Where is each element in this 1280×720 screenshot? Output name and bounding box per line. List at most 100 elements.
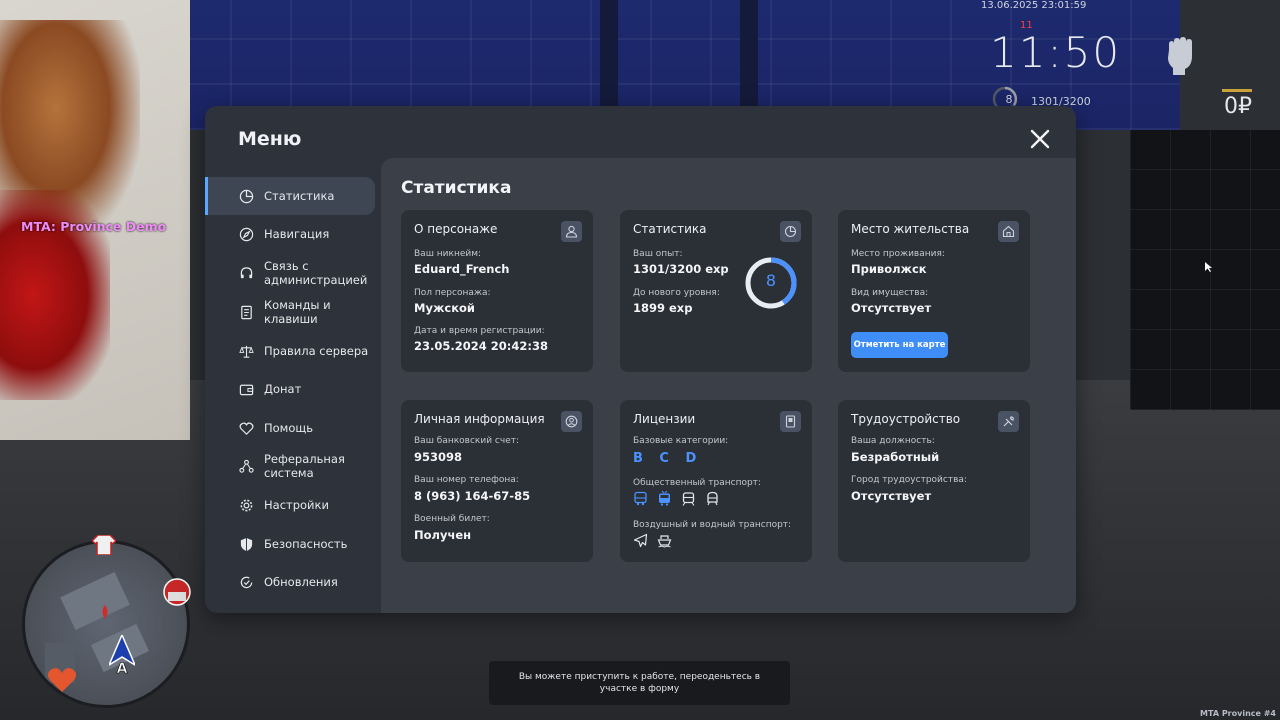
phone-value: 8 (963) 164-67-85 bbox=[414, 489, 531, 503]
notification-text: Вы можете приступить к работе, переодень… bbox=[518, 672, 761, 694]
player-marker-icon: A bbox=[109, 635, 135, 675]
sidebar-item-label: Безопасность bbox=[264, 537, 348, 551]
job-city-value: Отсутствует bbox=[851, 489, 932, 503]
hud-level: 8 bbox=[1005, 93, 1013, 106]
field-label: Общественный транспорт: bbox=[633, 478, 761, 488]
notification: Вы можете приступить к работе, переодень… bbox=[489, 661, 790, 705]
card-title: О персонаже bbox=[414, 222, 498, 236]
shield-icon bbox=[240, 537, 253, 551]
bus-icon bbox=[634, 491, 647, 506]
hud-clock: 11:50 bbox=[990, 28, 1122, 77]
sidebar-item-contact-admin[interactable]: Связь с администрацией bbox=[205, 254, 375, 292]
sidebar-item-label: Связь с администрацией bbox=[264, 259, 368, 287]
card-title: Личная информация bbox=[414, 412, 545, 426]
field-label: До нового уровня: bbox=[633, 288, 720, 298]
sidebar-item-label: Донат bbox=[264, 382, 302, 396]
tram-icon bbox=[682, 492, 695, 506]
sidebar-item-statistics[interactable]: Статистика bbox=[205, 177, 375, 215]
field-label: Ваш номер телефона: bbox=[414, 475, 519, 485]
field-label: Место проживания: bbox=[851, 249, 945, 259]
clothes-shop-icon bbox=[92, 535, 116, 555]
field-label: Военный билет: bbox=[414, 514, 490, 524]
nickname-value: Eduard_French bbox=[414, 262, 510, 276]
exp-value: 1301/3200 exp bbox=[633, 262, 729, 276]
ship-icon bbox=[657, 535, 672, 548]
field-label: Ваш опыт: bbox=[633, 249, 683, 259]
field-label: Базовые категории: bbox=[633, 436, 729, 446]
field-label: Ваш никнейм: bbox=[414, 249, 482, 259]
sidebar-item-navigation[interactable]: Навигация bbox=[205, 215, 375, 253]
pie-chart-icon bbox=[239, 189, 254, 203]
field-label: Дата и время регистрации: bbox=[414, 326, 545, 336]
sidebar-item-help[interactable]: Помощь bbox=[205, 409, 375, 447]
residence-value: Приволжск bbox=[851, 262, 927, 276]
user-icon bbox=[561, 221, 582, 242]
heart-handshake-icon bbox=[239, 421, 254, 435]
sidebar-item-label: Правила сервера bbox=[264, 344, 369, 358]
content-title: Статистика bbox=[401, 178, 512, 198]
sidebar-item-referral[interactable]: Реферальная система bbox=[205, 447, 375, 485]
card-title: Трудоустройство bbox=[851, 412, 961, 426]
field-label: Город трудоустройства: bbox=[851, 475, 967, 485]
compass-icon bbox=[239, 227, 254, 241]
sidebar-item-label: Команды и клавиши bbox=[264, 298, 331, 326]
license-categories: B C D bbox=[633, 451, 703, 466]
field-label: Пол персонажа: bbox=[414, 288, 491, 298]
user-circle-icon bbox=[561, 411, 582, 432]
field-label: Вид имущества: bbox=[851, 288, 929, 298]
sidebar-item-label: Обновления bbox=[264, 575, 338, 589]
menu-window: Меню Статистика Навигация Связь с админи… bbox=[205, 106, 1076, 613]
card-licenses: Лицензии Базовые категории: B C D Общест… bbox=[620, 400, 812, 562]
sidebar-item-updates[interactable]: Обновления bbox=[205, 563, 375, 601]
sidebar-item-label: Статистика bbox=[264, 189, 335, 203]
metro-icon bbox=[707, 491, 718, 506]
public-transport-icons bbox=[633, 491, 720, 506]
scales-icon bbox=[239, 345, 254, 358]
sidebar-item-donate[interactable]: Донат bbox=[205, 370, 375, 408]
sidebar-item-label: Навигация bbox=[264, 227, 330, 241]
card-title: Лицензии bbox=[633, 412, 696, 426]
menu-title: Меню bbox=[238, 128, 302, 150]
mark-on-map-button[interactable]: Отметить на карте bbox=[851, 332, 948, 358]
mouse-cursor-icon bbox=[1205, 262, 1212, 272]
field-label: Ваш банковский счет: bbox=[414, 436, 520, 446]
air-water-transport-icons bbox=[633, 533, 672, 548]
network-icon bbox=[239, 459, 254, 473]
hud-money: 0₽ bbox=[1224, 94, 1252, 119]
sidebar-item-commands[interactable]: Команды и клавиши bbox=[205, 293, 375, 331]
gender-value: Мужской bbox=[414, 301, 475, 315]
bank-account-value: 953098 bbox=[414, 450, 463, 464]
hud-datetime: 13.06.2025 23:01:59 bbox=[981, 0, 1087, 11]
position-value: Безработный bbox=[851, 450, 940, 464]
minimap: A bbox=[22, 540, 190, 708]
close-icon[interactable] bbox=[1027, 126, 1053, 152]
sidebar-item-label: Реферальная система bbox=[264, 452, 345, 480]
card-title: Статистика bbox=[633, 222, 707, 236]
field-label: Ваша должность: bbox=[851, 436, 935, 446]
refresh-check-icon bbox=[240, 576, 253, 588]
card-character: О персонаже Ваш никнейм: Eduard_French П… bbox=[401, 210, 593, 372]
heart-icon bbox=[47, 668, 77, 692]
registration-value: 23.05.2024 20:42:38 bbox=[414, 339, 548, 353]
card-personal-info: Личная информация Ваш банковский счет: 9… bbox=[401, 400, 593, 562]
wallet-icon bbox=[239, 384, 254, 395]
pie-chart-icon bbox=[780, 221, 801, 242]
sidebar-item-rules[interactable]: Правила сервера bbox=[205, 332, 375, 370]
fist-icon bbox=[1168, 37, 1192, 75]
home-icon bbox=[998, 221, 1019, 242]
svg-text:A: A bbox=[117, 661, 128, 675]
headset-icon bbox=[240, 266, 253, 278]
watermark: MTA Province #4 bbox=[1200, 709, 1276, 718]
money-bar bbox=[1222, 89, 1252, 92]
level-number: 8 bbox=[765, 271, 777, 290]
document-icon bbox=[241, 305, 252, 319]
gear-icon bbox=[240, 499, 253, 511]
trolleybus-icon bbox=[659, 491, 670, 506]
sidebar-item-label: Помощь bbox=[264, 421, 314, 435]
sidebar-item-security[interactable]: Безопасность bbox=[205, 525, 375, 563]
card-statistics: Статистика Ваш опыт: 1301/3200 exp До но… bbox=[620, 210, 812, 372]
tty-icon bbox=[163, 578, 191, 606]
next-level-value: 1899 exp bbox=[633, 301, 693, 315]
map-building bbox=[60, 572, 130, 630]
sidebar-item-settings[interactable]: Настройки bbox=[205, 486, 375, 524]
